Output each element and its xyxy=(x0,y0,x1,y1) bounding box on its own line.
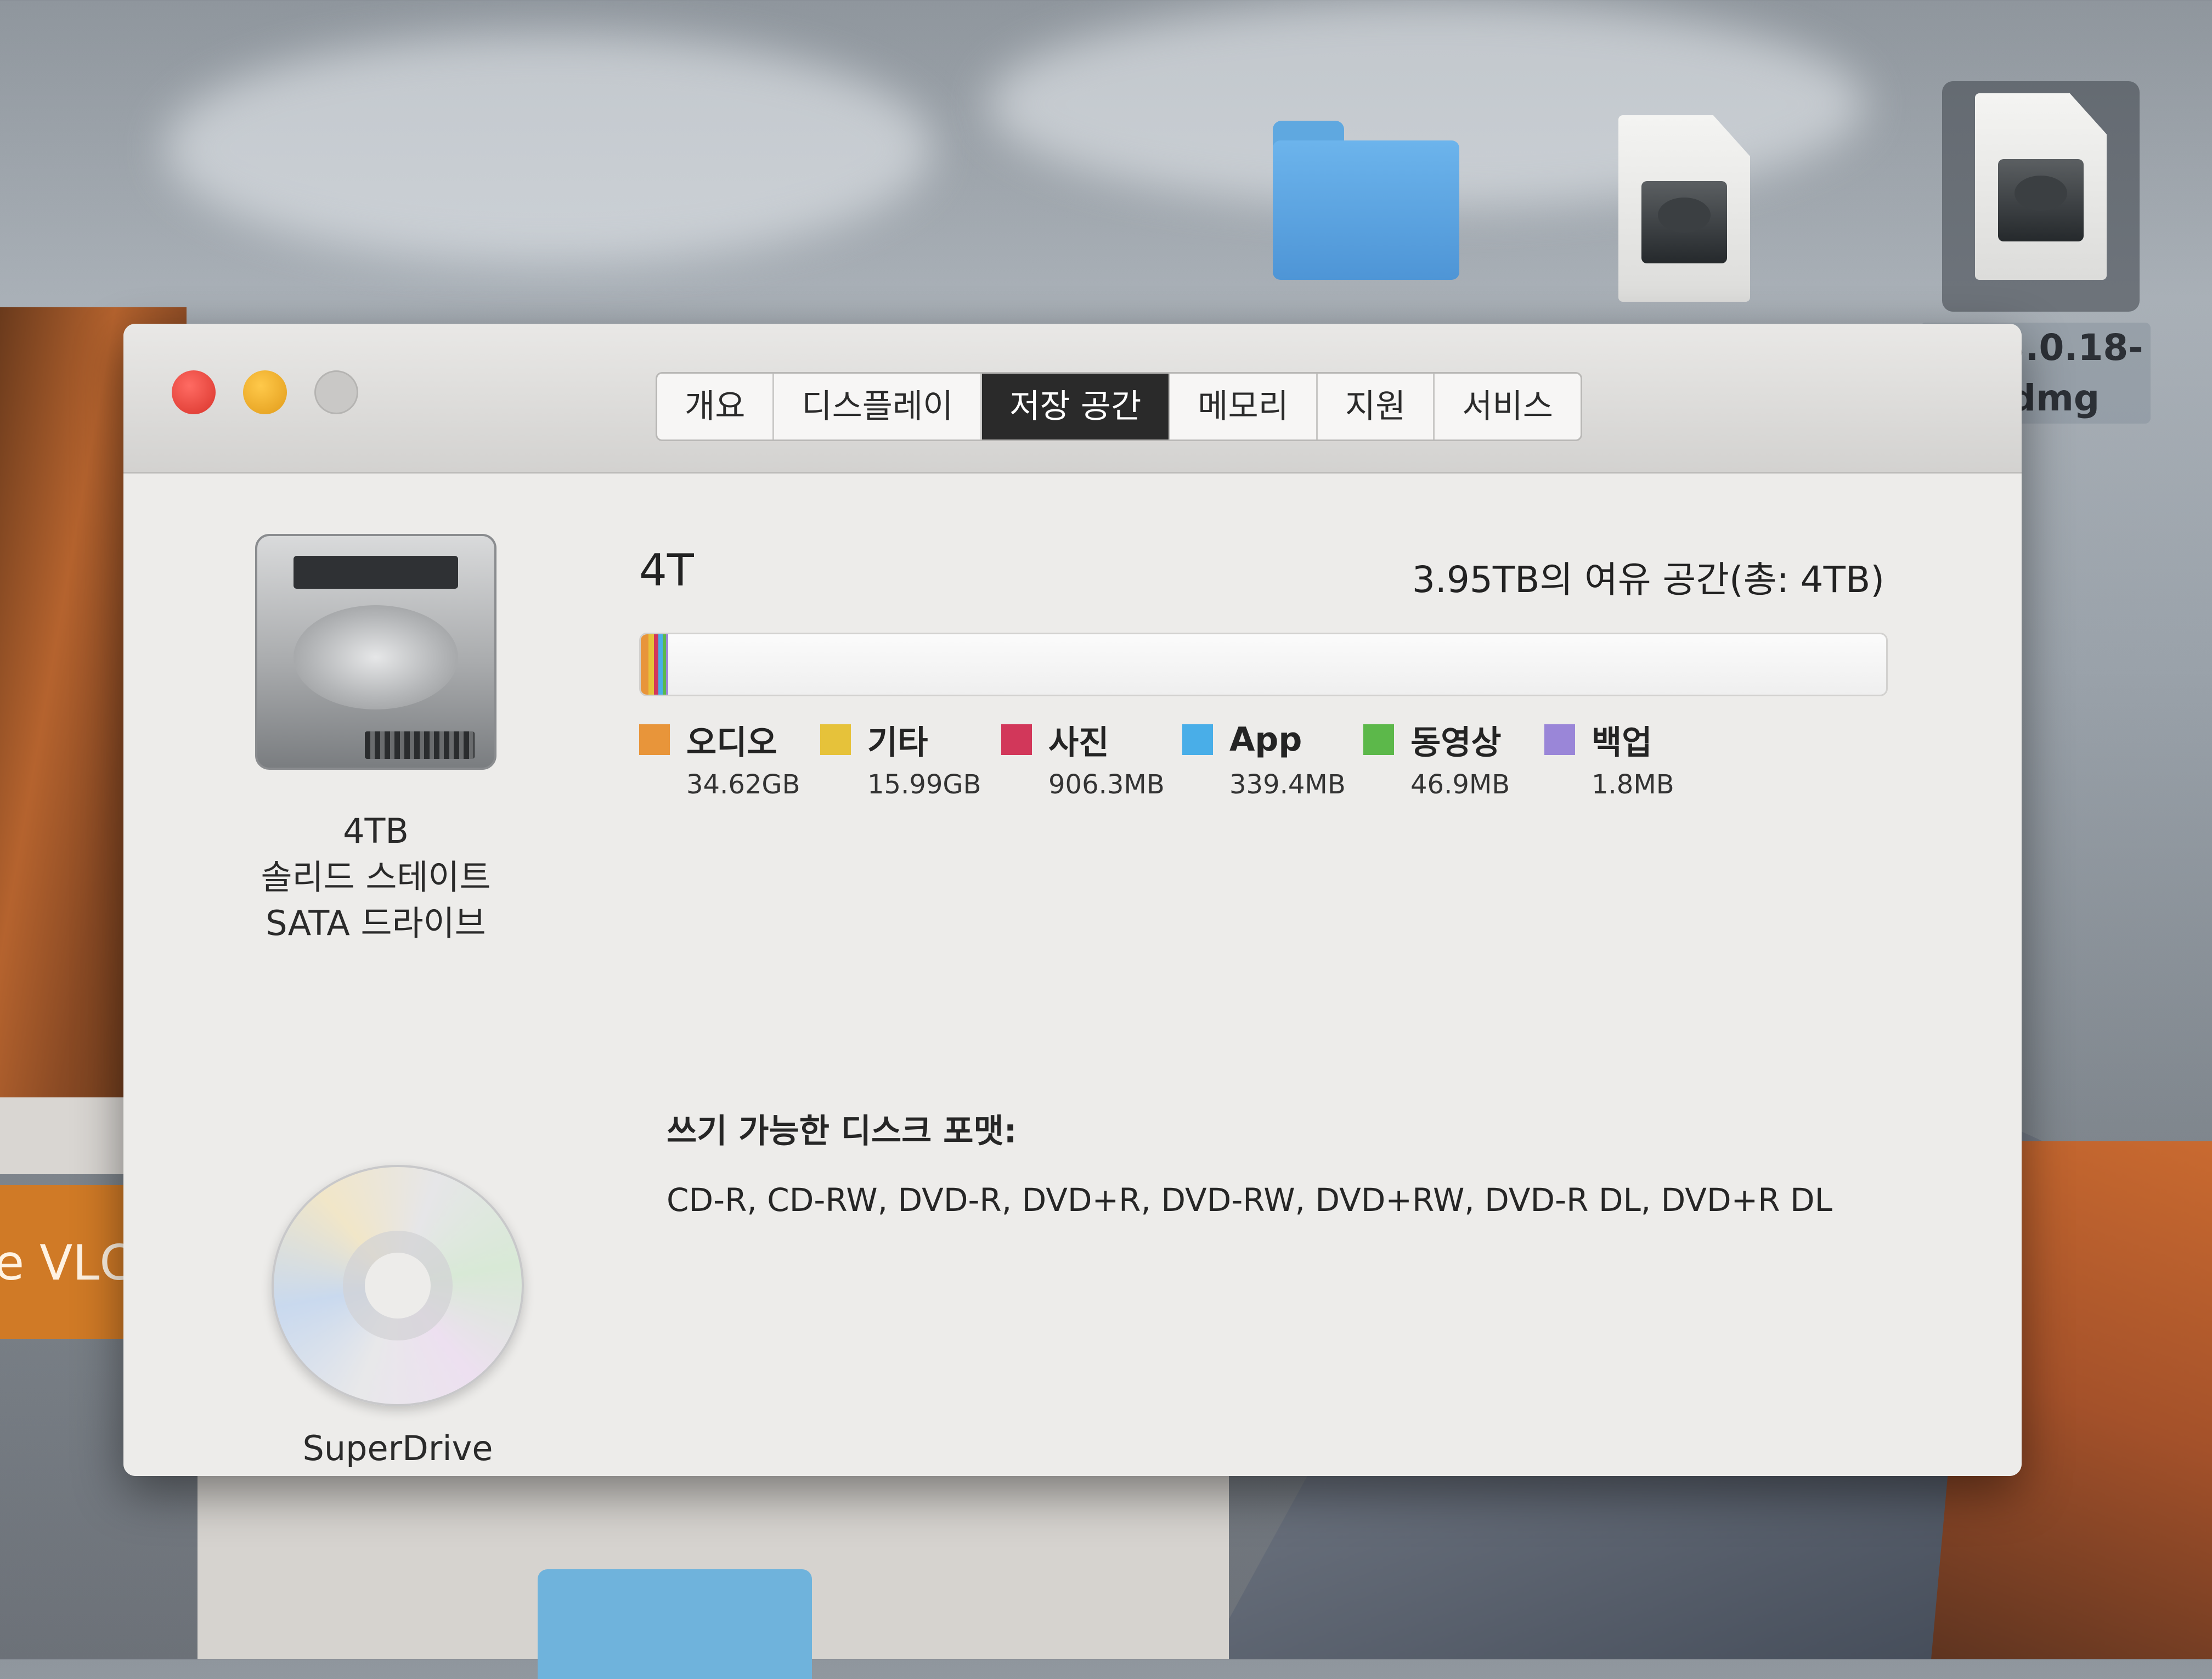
legend-swatch xyxy=(1544,724,1575,755)
legend-category-name: 백업 xyxy=(1592,723,1652,762)
legend-item: 오디오 34.62GB xyxy=(639,718,820,800)
tab-bar: 개요 디스플레이 저장 공간 메모리 지원 서비스 xyxy=(656,372,1582,441)
desktop-folder-icon[interactable] xyxy=(1273,121,1459,280)
writable-formats-value: CD-R, CD-RW, DVD-R, DVD+R, DVD-RW, DVD+R… xyxy=(667,1181,1832,1219)
legend-category-size: 46.9MB xyxy=(1410,769,1510,800)
sky-cloud xyxy=(165,33,933,263)
tab-memory[interactable]: 메모리 xyxy=(1170,374,1318,440)
legend-category-name: 사진 xyxy=(1048,723,1109,762)
usage-bar-segment xyxy=(658,634,663,695)
drive-type-line1: 솔리드 스테이트 xyxy=(261,857,491,897)
usage-bar-segment xyxy=(666,634,668,695)
vlc-dmg-icon[interactable] xyxy=(1975,93,2107,280)
legend-item: App 339.4MB xyxy=(1182,718,1363,800)
legend-category-size: 1.8MB xyxy=(1592,769,1674,800)
legend-category-name: 오디오 xyxy=(686,723,777,762)
legend-swatch xyxy=(1001,724,1032,755)
usage-bar-segment xyxy=(654,634,658,695)
zoom-button xyxy=(314,370,358,414)
storage-usage-fill xyxy=(641,634,674,695)
free-space-text: 3.95TB의 여유 공간(총: 4TB) xyxy=(1412,559,1884,601)
writable-formats-title: 쓰기 가능한 디스크 포맷: xyxy=(667,1112,1017,1151)
legend-item: 사진 906.3MB xyxy=(1001,718,1182,800)
about-this-mac-window: 개요 디스플레이 저장 공간 메모리 지원 서비스 4TB 솔리드 스테이트 S… xyxy=(123,324,2022,1476)
desktop-disk-image-icon[interactable] xyxy=(1618,115,1750,302)
legend-item: 동영상 46.9MB xyxy=(1363,718,1544,800)
tab-service[interactable]: 서비스 xyxy=(1435,374,1581,440)
legend-item-header: App xyxy=(1182,718,1363,762)
tab-overview[interactable]: 개요 xyxy=(657,374,775,440)
legend-category-size: 339.4MB xyxy=(1229,769,1346,800)
volume-name: 4T xyxy=(639,545,694,596)
legend-category-size: 906.3MB xyxy=(1048,769,1165,800)
legend-swatch xyxy=(639,724,670,755)
minimize-button[interactable] xyxy=(243,370,287,414)
folder-icon[interactable] xyxy=(538,1569,812,1679)
tab-support[interactable]: 지원 xyxy=(1318,374,1435,440)
storage-pane: 4TB 솔리드 스테이트 SATA 드라이브 SuperDrive 4T 3.9… xyxy=(123,474,2022,1476)
superdrive-label: SuperDrive xyxy=(302,1428,493,1468)
legend-item-header: 오디오 xyxy=(639,718,820,762)
close-button[interactable] xyxy=(172,370,216,414)
legend-category-name: 기타 xyxy=(867,723,928,762)
legend-item: 기타 15.99GB xyxy=(820,718,1001,800)
legend-item: 백업 1.8MB xyxy=(1544,718,1725,800)
legend-swatch xyxy=(820,724,851,755)
window-titlebar[interactable]: 개요 디스플레이 저장 공간 메모리 지원 서비스 xyxy=(123,324,2022,474)
legend-item-header: 백업 xyxy=(1544,718,1725,762)
legend-item-header: 기타 xyxy=(820,718,1001,762)
storage-usage-bar[interactable] xyxy=(639,633,1888,696)
tab-storage[interactable]: 저장 공간 xyxy=(982,374,1171,440)
usage-bar-segment xyxy=(648,634,654,695)
tab-displays[interactable]: 디스플레이 xyxy=(774,374,983,440)
legend-swatch xyxy=(1182,724,1213,755)
legend-category-size: 15.99GB xyxy=(867,769,981,800)
legend-category-size: 34.62GB xyxy=(686,769,800,800)
legend-swatch xyxy=(1363,724,1394,755)
storage-legend: 오디오 34.62GB 기타 15.99GB 사진 906.3MB App 339.4MB 동영… xyxy=(639,718,1725,800)
drive-caption: 4TB 솔리드 스테이트 SATA 드라이브 xyxy=(211,808,540,946)
legend-item-header: 동영상 xyxy=(1363,718,1544,762)
drive-type-line2: SATA 드라이브 xyxy=(266,903,486,943)
legend-category-name: App xyxy=(1229,720,1302,759)
legend-category-name: 동영상 xyxy=(1410,723,1502,762)
legend-item-header: 사진 xyxy=(1001,718,1182,762)
hard-drive-icon xyxy=(255,534,496,770)
optical-disc-icon xyxy=(272,1165,524,1406)
usage-bar-segment xyxy=(641,634,648,695)
drive-capacity: 4TB xyxy=(343,811,409,851)
